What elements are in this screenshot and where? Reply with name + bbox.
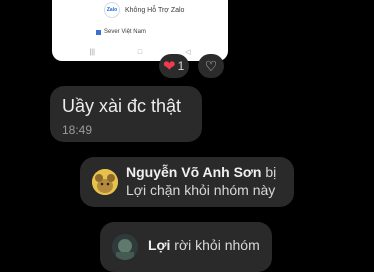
message-bubble[interactable]: Uầy xài đc thật 18:49 bbox=[50, 86, 202, 142]
notice-text: Lợi rời khỏi nhóm bbox=[148, 236, 260, 254]
heart-icon: ❤ bbox=[163, 57, 176, 75]
shared-image-title: Không Hỗ Trợ Zalo bbox=[125, 6, 185, 14]
notice-action: bị bbox=[261, 164, 277, 180]
member-name[interactable]: Nguyễn Võ Anh Sơn bbox=[126, 164, 261, 180]
shared-image-navbar: ||| □ ◁ bbox=[52, 49, 228, 56]
notice-action: rời khỏi nhóm bbox=[170, 237, 260, 253]
shared-image-subtitle-row: Sever Việt Nam bbox=[96, 29, 146, 35]
back-icon: ◁ bbox=[185, 49, 191, 56]
recent-apps-icon: ||| bbox=[89, 49, 95, 56]
group-notice-blocked: Nguyễn Võ Anh Sơn bị Lợi chặn khỏi nhóm … bbox=[80, 157, 294, 207]
zalo-logo-icon: Zalo bbox=[104, 2, 120, 18]
add-reaction-button[interactable]: ♡ bbox=[198, 54, 224, 78]
message-text: Uầy xài đc thật bbox=[62, 96, 182, 116]
member-name[interactable]: Lợi bbox=[148, 237, 170, 253]
server-icon bbox=[96, 29, 101, 35]
shared-image-subtitle: Sever Việt Nam bbox=[104, 29, 146, 35]
shared-image[interactable]: Zalo Không Hỗ Trợ Zalo Sever Việt Nam ||… bbox=[52, 0, 228, 61]
notice-detail: Lợi chặn khỏi nhóm này bbox=[126, 182, 276, 198]
notice-text: Nguyễn Võ Anh Sơn bị Lợi chặn khỏi nhóm … bbox=[126, 163, 276, 199]
avatar-image bbox=[112, 234, 138, 260]
home-icon: □ bbox=[137, 49, 143, 56]
group-notice-left: Lợi rời khỏi nhóm bbox=[100, 222, 272, 272]
shared-image-header: Zalo Không Hỗ Trợ Zalo bbox=[104, 2, 184, 18]
avatar-image bbox=[92, 169, 118, 195]
message-time: 18:49 bbox=[62, 123, 93, 137]
avatar[interactable] bbox=[92, 169, 118, 195]
reaction-count: 1 bbox=[177, 59, 185, 73]
reaction-summary[interactable]: ❤ 1 bbox=[159, 54, 190, 78]
heart-outline-icon: ♡ bbox=[204, 58, 218, 74]
avatar[interactable] bbox=[112, 234, 138, 260]
